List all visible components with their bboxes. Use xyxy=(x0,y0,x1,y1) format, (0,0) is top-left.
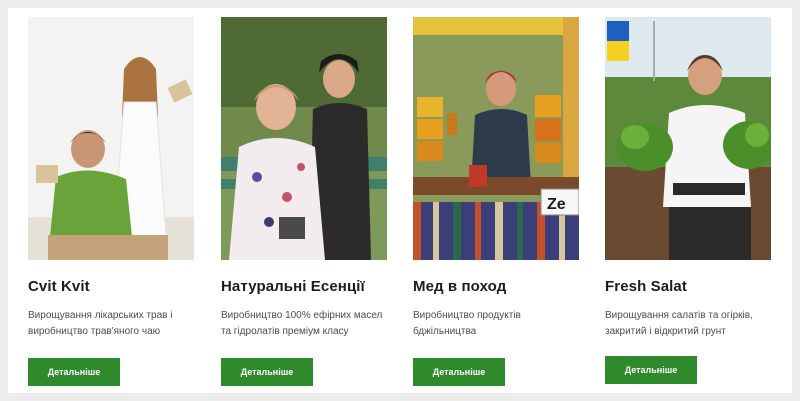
producer-photo xyxy=(28,17,194,260)
producer-photo xyxy=(605,17,771,260)
producer-description: Виробництво продуктів бджільництва xyxy=(413,310,521,337)
producer-title: Fresh Salat xyxy=(605,278,687,295)
farmers-showcase: Cvit Kvit Вирощування лікарських трав і … xyxy=(8,8,792,393)
producer-card-cvit-kvit: Cvit Kvit Вирощування лікарських трав і … xyxy=(28,17,194,386)
producer-title: Cvit Kvit xyxy=(28,278,90,295)
producer-description: Вирощування лікарських трав і виробництв… xyxy=(28,310,173,337)
price-sign-text: Ze xyxy=(547,196,566,213)
producer-title: Натуральні Есенції xyxy=(221,278,365,295)
details-button[interactable]: Детальніше xyxy=(605,356,697,384)
producer-photo xyxy=(221,17,387,260)
producer-card-fresh-salat: Fresh Salat Вирощування салатів та огірк… xyxy=(605,17,771,384)
producer-card-honey: Ze Мед в поход Виробництво продуктів бдж… xyxy=(413,17,579,386)
details-button[interactable]: Детальніше xyxy=(221,358,313,386)
producer-description: Виробництво 100% ефірних масел та гідрол… xyxy=(221,310,383,337)
ukraine-flag-icon xyxy=(607,21,629,41)
details-button[interactable]: Детальніше xyxy=(28,358,120,386)
producer-title: Мед в поход xyxy=(413,278,507,295)
producer-description: Вирощування салатів та огірків, закритий… xyxy=(605,310,753,337)
producer-card-natural-essences: Натуральні Есенції Виробництво 100% ефір… xyxy=(221,17,387,386)
details-button[interactable]: Детальніше xyxy=(413,358,505,386)
producer-photo: Ze xyxy=(413,17,579,260)
